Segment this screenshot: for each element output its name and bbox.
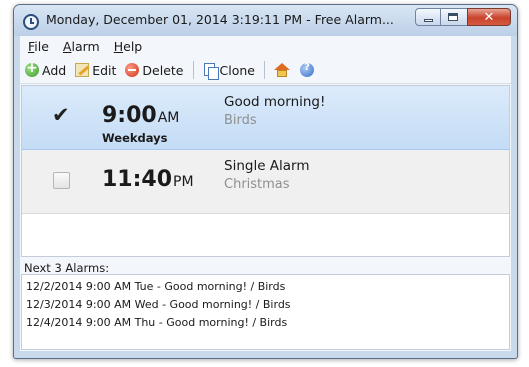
help-icon xyxy=(299,62,314,77)
next-alarm-item: 12/4/2014 9:00 AM Thu - Good morning! / … xyxy=(26,316,288,329)
add-icon xyxy=(25,60,39,77)
alarm-list[interactable]: 9:00AM Weekdays Good morning! Birds 11:4… xyxy=(21,85,510,257)
add-label: Add xyxy=(42,62,67,78)
alarm-label: Good morning! xyxy=(224,94,326,110)
menu-help-label: elp xyxy=(123,38,143,54)
alarm-label: Single Alarm xyxy=(224,158,310,174)
edit-icon xyxy=(75,63,90,77)
alarm-ampm: PM xyxy=(173,174,194,190)
close-icon: ✕ xyxy=(483,10,495,25)
menu-alarm[interactable]: Alarm xyxy=(63,39,100,54)
next-alarm-item: 12/3/2014 9:00 AM Wed - Good morning! / … xyxy=(26,298,291,311)
delete-icon xyxy=(125,63,140,77)
alarm-clock-icon[interactable] xyxy=(23,14,39,30)
alarm-row-selected[interactable]: 9:00AM Weekdays Good morning! Birds xyxy=(22,86,509,150)
menu-alarm-label: larm xyxy=(71,38,100,54)
home-button[interactable] xyxy=(273,63,291,77)
help-button[interactable] xyxy=(299,62,317,77)
menu-bar: File Alarm Help xyxy=(20,36,511,56)
home-icon xyxy=(273,63,290,77)
menu-file[interactable]: File xyxy=(28,39,49,54)
app-window: Monday, December 01, 2014 3:19:11 PM - F… xyxy=(13,4,518,359)
alarm-time: 9:00AM xyxy=(102,103,179,128)
alarm-repeat: Weekdays xyxy=(102,131,168,145)
alarm-time-value: 11:40 xyxy=(102,167,173,192)
window-title: Monday, December 01, 2014 3:19:11 PM - F… xyxy=(46,12,394,27)
toolbar-separator xyxy=(192,61,194,79)
maximize-icon xyxy=(448,13,458,21)
clone-icon xyxy=(203,63,219,80)
alarm-row[interactable]: 11:40PM Single Alarm Christmas xyxy=(22,150,509,214)
delete-label: Delete xyxy=(142,62,184,78)
next-alarms-heading: Next 3 Alarms: xyxy=(24,261,110,275)
add-button[interactable]: Add xyxy=(25,60,67,78)
clone-button[interactable]: Clone xyxy=(203,62,255,80)
title-bar[interactable]: Monday, December 01, 2014 3:19:11 PM - F… xyxy=(14,5,517,36)
next-alarms-list[interactable]: 12/2/2014 9:00 AM Tue - Good morning! / … xyxy=(21,274,510,350)
minimize-button[interactable] xyxy=(415,8,441,26)
menu-help-accelerator: H xyxy=(113,38,124,54)
menu-help[interactable]: Help xyxy=(114,39,143,54)
alarm-time: 11:40PM xyxy=(102,167,194,192)
close-button[interactable]: ✕ xyxy=(467,8,511,26)
delete-button[interactable]: Delete xyxy=(125,62,184,78)
toolbar: Add Edit Delete Clone xyxy=(20,57,511,84)
alarm-time-value: 9:00 xyxy=(102,103,157,128)
edit-label: Edit xyxy=(92,62,117,78)
next-alarm-item: 12/2/2014 9:00 AM Tue - Good morning! / … xyxy=(26,280,286,293)
alarm-enabled-checkbox[interactable] xyxy=(52,103,70,127)
alarm-sound: Birds xyxy=(224,113,257,128)
alarm-sound: Christmas xyxy=(224,177,290,192)
alarm-enabled-checkbox[interactable] xyxy=(53,172,70,189)
caption-buttons: ✕ xyxy=(415,8,511,27)
toolbar-separator xyxy=(263,61,265,79)
menu-file-label: ile xyxy=(34,38,49,54)
client-area: File Alarm Help Add Edit Delete Clone xyxy=(20,36,511,351)
alarm-ampm: AM xyxy=(157,110,180,126)
maximize-button[interactable] xyxy=(441,8,467,26)
minimize-icon xyxy=(424,19,433,22)
clone-label: Clone xyxy=(219,62,255,78)
edit-button[interactable]: Edit xyxy=(75,63,116,78)
